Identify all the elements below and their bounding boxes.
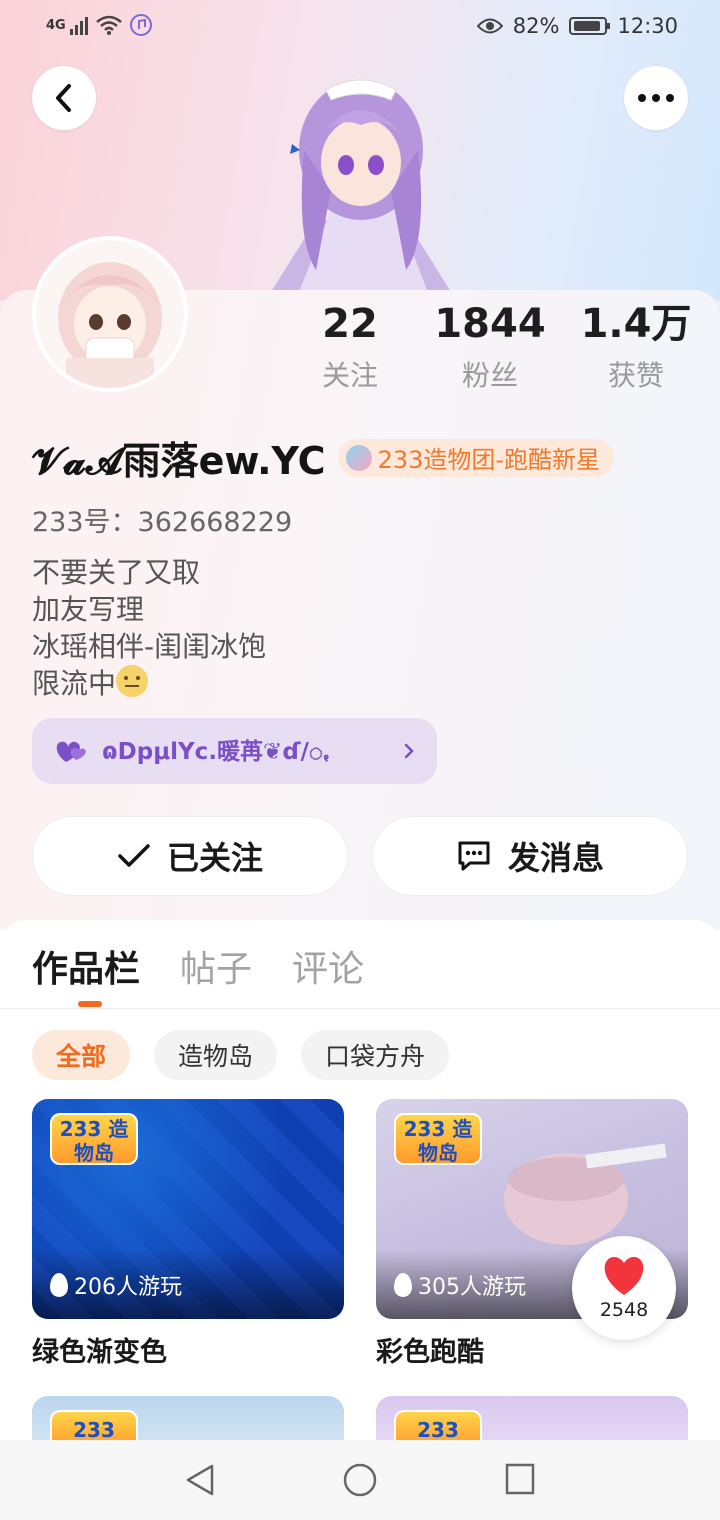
avatar-image — [36, 240, 184, 388]
battery-percent: 82% — [512, 14, 560, 38]
game-logo: 233 造物岛 — [394, 1113, 482, 1165]
nav-home-icon[interactable] — [342, 1462, 378, 1498]
play-count: 305人游玩 — [394, 1269, 526, 1301]
clock: 12:30 — [617, 14, 678, 38]
user-avatar[interactable] — [32, 236, 188, 392]
bio-line: 限流中 — [32, 667, 117, 700]
battery-icon — [569, 17, 611, 35]
tabs-divider — [0, 1008, 720, 1009]
like-count: 2548 — [599, 1299, 649, 1321]
stat-value: 1844 — [434, 301, 546, 347]
tab-comments[interactable]: 评论 — [292, 940, 364, 992]
bio-line: 加友写理 — [32, 593, 145, 626]
username: 𝓥𝓪𝓐雨落ew.YC — [32, 439, 326, 483]
chevron-right-icon — [404, 743, 414, 759]
stat-label: 粉丝 — [461, 359, 518, 392]
flame-icon — [50, 1273, 68, 1297]
badge-label: 233造物团-跑酷新星 — [377, 446, 601, 474]
filter-all[interactable]: 全部 — [32, 1030, 131, 1080]
stat-followers[interactable]: 1844 粉丝 — [410, 300, 570, 394]
send-message-button[interactable]: 发消息 — [372, 816, 688, 896]
filter-creation-island[interactable]: 造物岛 — [154, 1030, 278, 1080]
followed-button[interactable]: 已关注 — [32, 816, 348, 896]
bio-line: 冰瑶相伴-闺闺冰饱 — [32, 630, 267, 663]
neutral-face-emoji-icon — [116, 665, 149, 697]
game-logo: 233 造物岛 — [50, 1113, 138, 1165]
creator-badge[interactable]: 233造物团-跑酷新星 — [337, 438, 615, 477]
send-message-label: 发消息 — [507, 839, 604, 877]
game-card[interactable]: 233 造物岛 206人游玩 — [32, 1099, 344, 1319]
status-bar: 4G 82% 12:30 — [0, 0, 720, 56]
chat-bubble-icon — [458, 841, 490, 871]
game-thumbnail-scene — [504, 1143, 667, 1245]
heart-icon — [604, 1257, 644, 1295]
filter-pocket-ark[interactable]: 口袋方舟 — [301, 1030, 450, 1080]
check-icon — [118, 844, 150, 867]
works-filter-chips: 全部 造物岛 口袋方舟 — [32, 1030, 450, 1080]
followed-label: 已关注 — [166, 839, 263, 877]
bio-line-with-emoji: 限流中 — [32, 665, 266, 702]
signal-icon — [69, 15, 88, 35]
more-options-button[interactable] — [624, 66, 688, 130]
flame-icon — [394, 1273, 412, 1297]
stat-likes[interactable]: 1.4万 获赞 — [556, 300, 716, 394]
tab-posts[interactable]: 帖子 — [180, 940, 252, 992]
cp-name: ɷDpμlYc.暖苒❦ɗ/ꩻ — [102, 738, 330, 765]
wifi-icon — [95, 15, 122, 35]
chevron-left-icon — [56, 84, 71, 112]
content-tabs: 作品栏 帖子 评论 — [32, 940, 364, 992]
back-button[interactable] — [32, 66, 96, 130]
stat-value: 22 — [322, 301, 378, 347]
stat-following[interactable]: 22 关注 — [270, 300, 430, 394]
network-type: 4G — [46, 17, 66, 33]
game-title[interactable]: 彩色跑酷 — [376, 1330, 484, 1369]
nav-recents-icon[interactable] — [504, 1462, 536, 1496]
music-app-icon — [129, 14, 152, 36]
like-button[interactable]: 2548 — [572, 1236, 676, 1340]
badge-icon — [345, 444, 372, 471]
name-row: 𝓥𝓪𝓐雨落ew.YC 233造物团-跑酷新星 — [32, 430, 615, 485]
eye-icon — [476, 18, 503, 34]
stat-label: 获赞 — [607, 359, 664, 392]
more-dots-icon — [638, 94, 674, 102]
heart-link-icon — [56, 741, 86, 762]
play-count: 206人游玩 — [50, 1269, 182, 1301]
nav-back-icon[interactable] — [184, 1462, 216, 1498]
avatar-character-illustration — [266, 79, 456, 300]
stat-value: 1.4万 — [580, 301, 692, 347]
play-count-text: 206人游玩 — [74, 1275, 182, 1300]
active-tab-indicator — [78, 1001, 102, 1007]
game-title[interactable]: 绿色渐变色 — [32, 1330, 167, 1369]
stat-label: 关注 — [321, 359, 378, 392]
user-id: 233号：362668229 — [32, 507, 293, 538]
tab-works[interactable]: 作品栏 — [32, 940, 140, 992]
bio-line: 不要关了又取 — [32, 556, 201, 589]
user-bio: 不要关了又取 加友写理 冰瑶相伴-闺闺冰饱 限流中 — [32, 554, 266, 702]
cp-relation-link[interactable]: ɷDpμlYc.暖苒❦ɗ/ꩻ — [32, 718, 437, 784]
play-count-text: 305人游玩 — [418, 1275, 526, 1300]
system-navigation-bar — [0, 1440, 720, 1520]
